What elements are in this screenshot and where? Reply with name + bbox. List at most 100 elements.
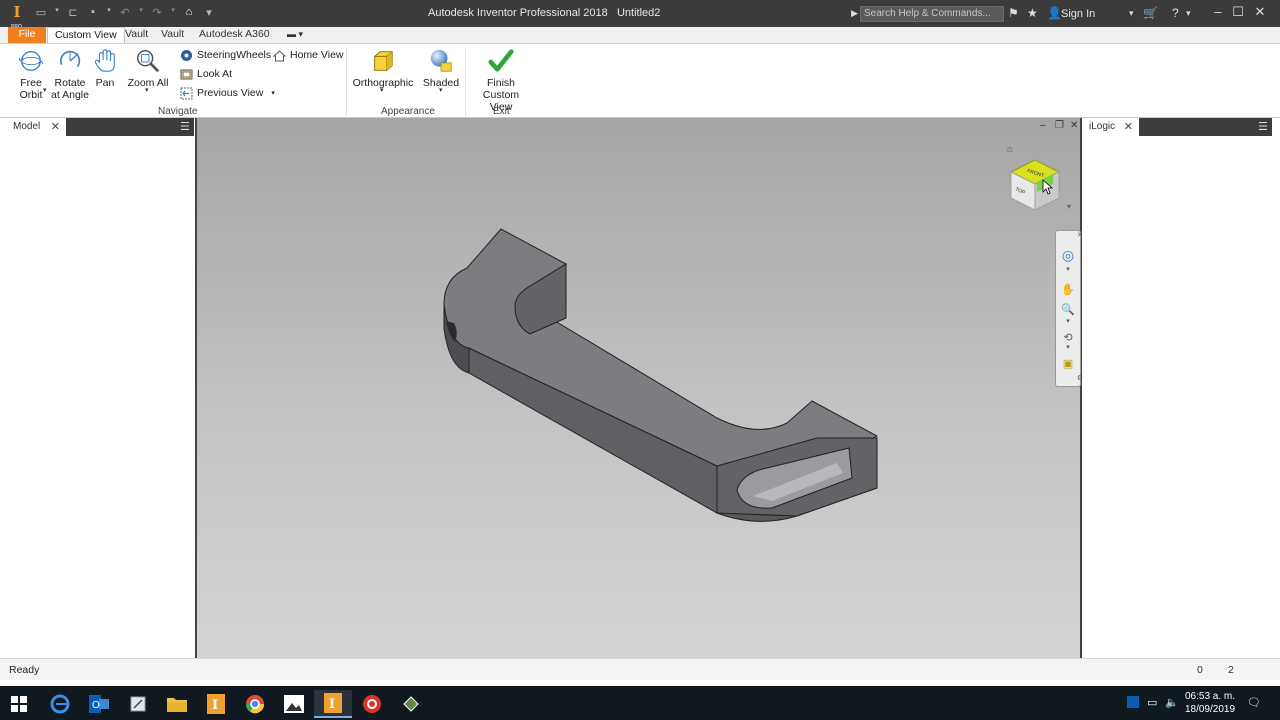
save-icon[interactable]: ▪: [86, 6, 100, 19]
camera-dropdown-icon[interactable]: ▬ ▾: [280, 27, 310, 43]
full-navigation-wheel-icon[interactable]: ◎: [1060, 247, 1076, 264]
maximize-icon[interactable]: ☐: [1228, 4, 1248, 20]
tab-custom-view[interactable]: Custom View: [47, 27, 125, 43]
rotate-label: Rotate: [54, 77, 86, 89]
home-view-label: Home View: [290, 49, 344, 61]
viewcube-menu-icon[interactable]: ▾: [1067, 202, 1071, 211]
notepad-icon[interactable]: [119, 690, 157, 718]
ribbon-panel: Free Orbit ▾ Rotate at Angle Pan Zoom Al…: [0, 43, 1280, 118]
network-icon[interactable]: ▭: [1147, 696, 1157, 709]
orthographic-button[interactable]: Orthographic: [352, 48, 414, 89]
home-view-button[interactable]: Home View: [273, 47, 344, 63]
windows-start-icon[interactable]: [0, 690, 38, 718]
sign-in-link[interactable]: Sign In: [1061, 8, 1095, 20]
favorites-star-icon[interactable]: ★: [1027, 6, 1038, 20]
zoom-all-button[interactable]: Zoom All: [126, 48, 170, 89]
pan-hand-icon[interactable]: ✋: [1060, 283, 1076, 296]
cart-icon[interactable]: 🛒: [1143, 6, 1158, 20]
home-icon[interactable]: ⌂: [182, 6, 196, 19]
navigate-group-label: Navigate: [158, 106, 198, 117]
help-icon[interactable]: ?: [1172, 6, 1179, 20]
inventor-logo[interactable]: IPRO: [6, 3, 28, 30]
group-separator: [346, 48, 347, 118]
appearance-group-label: Appearance: [381, 106, 435, 117]
user-icon[interactable]: 👤: [1047, 6, 1062, 20]
model-browser[interactable]: [8, 136, 194, 658]
free-orbit-dropdown-icon[interactable]: ▾: [43, 86, 47, 94]
clock-time: 06:53 a. m.: [1184, 691, 1236, 702]
inventor-active-taskbar-icon[interactable]: I: [314, 690, 352, 718]
photos-icon[interactable]: [275, 690, 313, 718]
tab-vault-2[interactable]: Vault: [154, 27, 191, 43]
tab-vault-1[interactable]: Vault: [118, 27, 155, 43]
zoom-icon[interactable]: 🔍: [1060, 303, 1076, 316]
screen-recorder-icon[interactable]: [353, 690, 391, 718]
zoom-dropdown-icon[interactable]: ▾: [145, 86, 149, 94]
windows-taskbar: O I I ▭ 🔈 06:53 a. m. 18/09/2019 🗨: [0, 686, 1280, 720]
rotate-at-angle-button[interactable]: Rotate at Angle: [50, 48, 90, 101]
3d-handle-model[interactable]: [197, 118, 1084, 658]
orthographic-dropdown-icon[interactable]: ▾: [380, 86, 384, 94]
chevron-down-icon[interactable]: ▾: [1060, 317, 1076, 325]
svg-text:I: I: [212, 698, 218, 713]
look-at-label: Look At: [197, 68, 233, 80]
window-title: Autodesk Inventor Professional 2018 Unti…: [428, 7, 660, 19]
chevron-down-icon[interactable]: ▾: [1129, 8, 1134, 19]
system-clock[interactable]: 06:53 a. m. 18/09/2019: [1182, 690, 1238, 716]
outlook-tray-icon[interactable]: [1127, 696, 1139, 711]
steering-wheels-label: SteeringWheels: [197, 49, 272, 61]
tab-file[interactable]: File: [8, 27, 46, 43]
tab-autodesk-a360[interactable]: Autodesk A360: [192, 27, 277, 43]
outlook-icon[interactable]: O: [80, 690, 118, 718]
file-explorer-icon[interactable]: [158, 690, 196, 718]
previous-view-button[interactable]: Previous View ▾: [180, 85, 275, 101]
help-search-input[interactable]: Search Help & Commands...: [860, 6, 1004, 22]
minimize-icon[interactable]: –: [1208, 4, 1228, 19]
close-icon[interactable]: ✕: [1124, 118, 1133, 136]
ilogic-browser[interactable]: [1084, 136, 1272, 658]
green-checkmark-icon: [488, 49, 514, 72]
tab-model[interactable]: Model ✕: [8, 118, 66, 136]
notifications-icon[interactable]: 🗨: [1247, 696, 1261, 709]
status-text: Ready: [9, 664, 40, 676]
chrome-icon[interactable]: [236, 690, 274, 718]
open-folder-icon[interactable]: ⊏: [66, 6, 80, 19]
occurrence-count: 0: [1197, 664, 1203, 676]
shaded-dropdown-icon[interactable]: ▾: [439, 86, 443, 94]
dropdown-arrow-icon[interactable]: ▾: [54, 6, 60, 19]
graphics-viewport[interactable]: – ❐ ✕ ⌂ FRONT TOP ▾ ✕ ◎ ▾ ✋ 🔍 ▾ ⟲ ▾ ▣ ⚙: [195, 118, 1084, 658]
tab-ilogic[interactable]: iLogic ✕: [1084, 118, 1139, 136]
finish-custom-view-button[interactable]: Finish Custom View: [468, 48, 534, 113]
look-at-button[interactable]: Look At: [180, 66, 232, 82]
look-at-icon[interactable]: ▣: [1060, 357, 1076, 370]
close-icon[interactable]: ✕: [1250, 4, 1270, 20]
volume-icon[interactable]: 🔈: [1165, 696, 1179, 709]
rotate-angle-icon: [60, 50, 81, 68]
dropdown-arrow-icon[interactable]: ▾: [106, 6, 112, 19]
shaded-button[interactable]: Shaded: [422, 48, 460, 89]
svg-text:O: O: [92, 700, 100, 711]
new-file-icon[interactable]: ▭: [34, 6, 48, 19]
previous-view-dropdown-icon[interactable]: ▾: [271, 89, 275, 97]
steering-wheels-button[interactable]: SteeringWheels: [180, 47, 271, 63]
finish-label: Finish Custom: [482, 77, 520, 101]
dropdown-arrow-icon[interactable]: ▾: [170, 6, 176, 19]
chevron-down-icon[interactable]: ▾: [1186, 8, 1191, 19]
home-icon: [273, 49, 286, 61]
viewcube[interactable]: FRONT TOP: [1007, 154, 1063, 214]
search-expand-icon[interactable]: ▶: [851, 8, 858, 19]
customize-toolbar-icon[interactable]: ▾: [202, 6, 216, 19]
hamburger-menu-icon[interactable]: ☰: [1258, 120, 1268, 133]
edge-browser-icon[interactable]: [41, 690, 79, 718]
app-launcher-icon[interactable]: [392, 690, 430, 718]
undo-icon[interactable]: ↶: [118, 6, 132, 19]
redo-icon[interactable]: ↷: [150, 6, 164, 19]
chevron-down-icon[interactable]: ▾: [1060, 343, 1076, 351]
binoculars-icon[interactable]: ⚑: [1008, 6, 1019, 20]
chevron-down-icon[interactable]: ▾: [1060, 265, 1076, 273]
close-icon[interactable]: ✕: [51, 118, 60, 136]
dropdown-arrow-icon[interactable]: ▾: [138, 6, 144, 19]
pan-button[interactable]: Pan: [92, 48, 118, 89]
hamburger-menu-icon[interactable]: ☰: [180, 120, 190, 133]
inventor-taskbar-icon[interactable]: I: [197, 690, 235, 718]
